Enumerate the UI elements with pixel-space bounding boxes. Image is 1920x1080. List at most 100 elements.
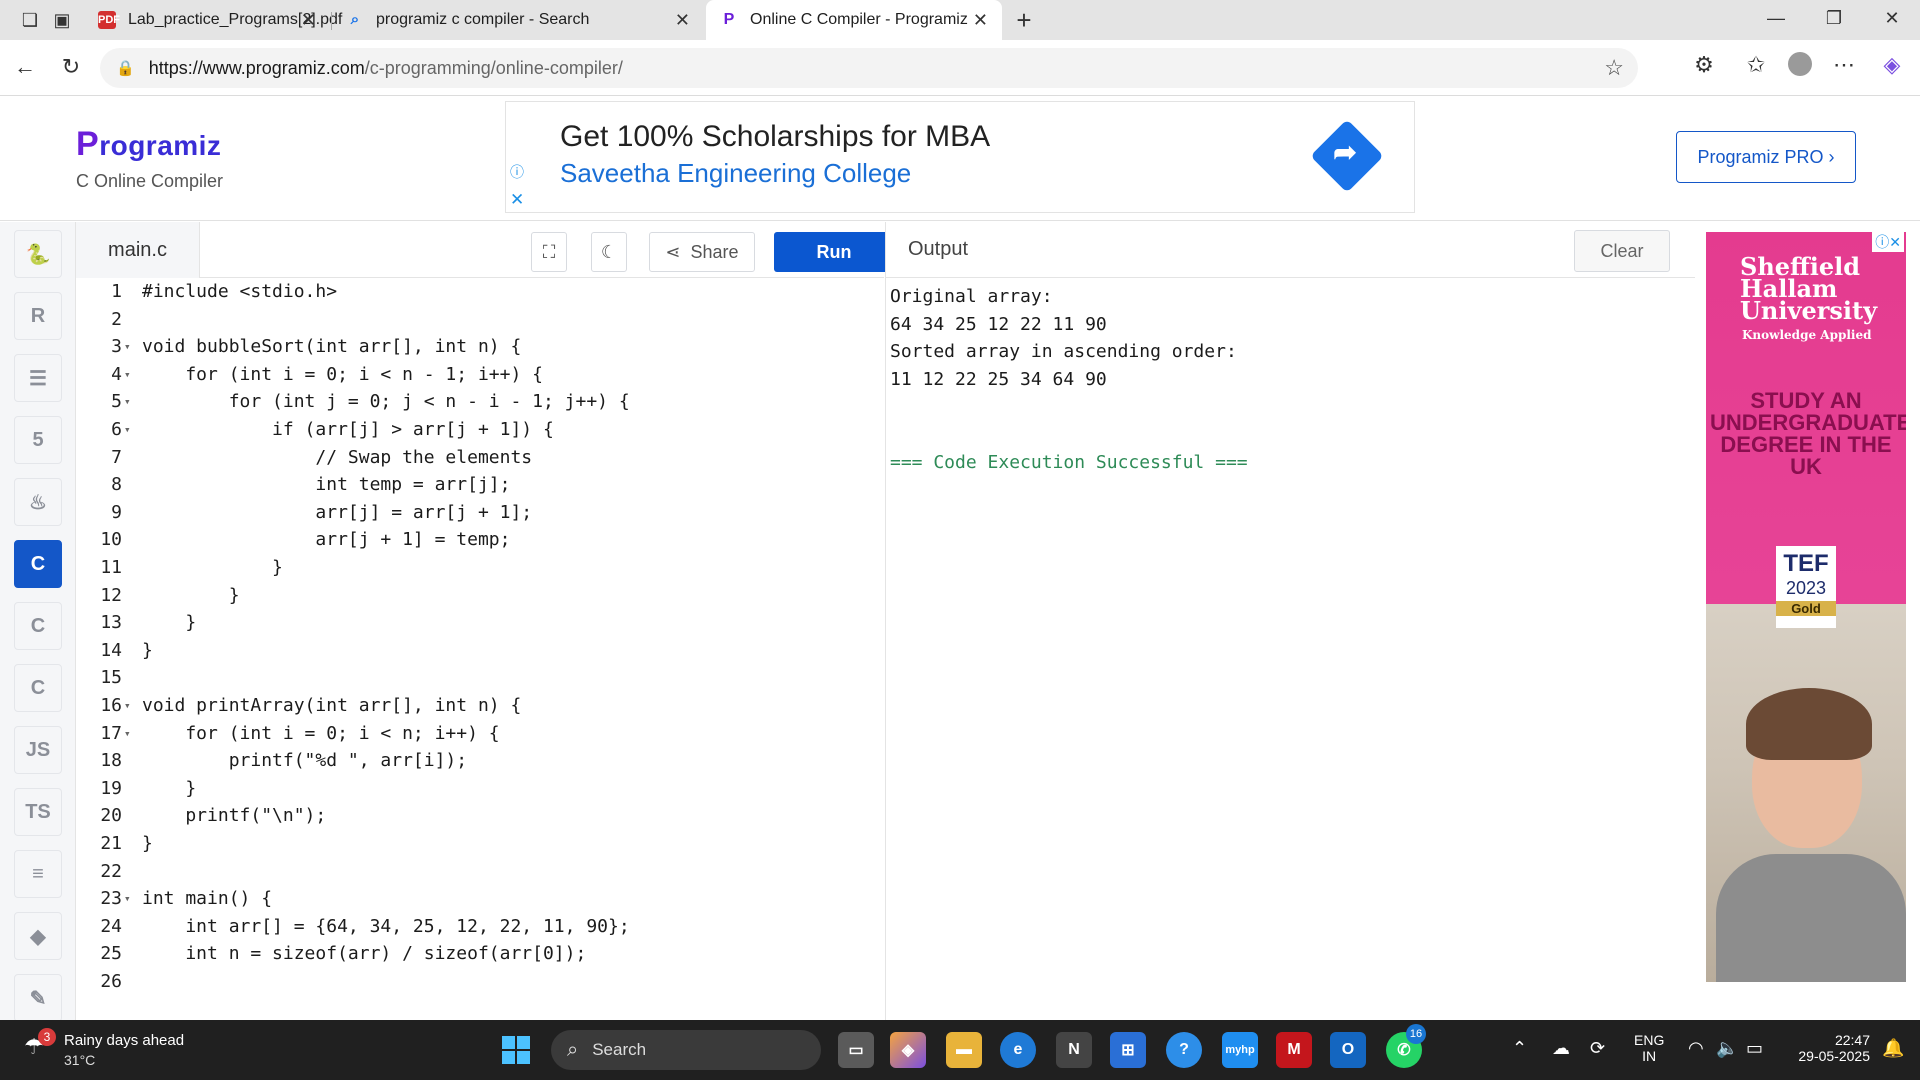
code-line[interactable]: 17 ▾ for (int i = 0; i < n; i++) {: [76, 720, 866, 748]
programiz-pro-button[interactable]: Programiz PRO ›: [1676, 131, 1856, 183]
tray-overflow-icon[interactable]: ⌃: [1512, 1038, 1527, 1059]
code-line[interactable]: 11 }: [76, 554, 866, 582]
close-icon[interactable]: ✕: [675, 10, 690, 31]
store-icon[interactable]: ⊞: [1110, 1032, 1146, 1068]
r-icon[interactable]: R: [14, 292, 62, 340]
close-icon[interactable]: ✕: [301, 10, 316, 31]
file-explorer-icon[interactable]: ▬: [946, 1032, 982, 1068]
fold-toggle-icon[interactable]: ▾: [124, 388, 138, 416]
start-button[interactable]: [502, 1036, 530, 1064]
copilot-app-icon[interactable]: ◈: [890, 1032, 926, 1068]
ad-close-icon[interactable]: ⓘ✕: [1872, 232, 1904, 252]
onedrive-icon[interactable]: ☁: [1552, 1038, 1570, 1059]
python-icon[interactable]: 🐍: [14, 230, 62, 278]
tab-actions-icon[interactable]: ▣: [50, 8, 74, 32]
sql-icon[interactable]: ☰: [14, 354, 62, 402]
favorites-icon[interactable]: ✩: [1740, 52, 1772, 78]
tab-search[interactable]: ⌕ programiz c compiler - Search ✕: [332, 0, 704, 40]
fold-toggle-icon[interactable]: ▾: [124, 361, 138, 389]
sync-icon[interactable]: ⟳: [1590, 1038, 1605, 1059]
code-line[interactable]: 24 int arr[] = {64, 34, 25, 12, 22, 11, …: [76, 913, 866, 941]
java-icon[interactable]: ♨: [14, 478, 62, 526]
go-icon[interactable]: ≡: [14, 850, 62, 898]
code-line[interactable]: 8 int temp = arr[j];: [76, 471, 866, 499]
html-icon[interactable]: 5: [14, 416, 62, 464]
url-field[interactable]: 🔒 https://www.programiz.com/c-programmin…: [100, 48, 1638, 88]
copilot-icon[interactable]: ◈: [1876, 52, 1908, 78]
run-button[interactable]: Run: [774, 232, 894, 272]
code-editor[interactable]: 1 #include <stdio.h> 2 3 ▾ void bubbleSort(in…: [76, 278, 954, 1020]
fold-toggle-icon[interactable]: ▾: [124, 416, 138, 444]
weather-title[interactable]: Rainy days ahead: [64, 1032, 184, 1049]
output-console[interactable]: Original array: 64 34 25 12 22 11 90 Sorte…: [885, 278, 1695, 1020]
code-line[interactable]: 25 int n = sizeof(arr) / sizeof(arr[0]);: [76, 940, 866, 968]
ad-info-icon[interactable]: ⓘ: [510, 162, 524, 182]
fullscreen-icon[interactable]: ⛶: [531, 232, 567, 272]
close-icon[interactable]: ✕: [973, 10, 988, 31]
code-line[interactable]: 23 ▾ int main() {: [76, 885, 866, 913]
edge-icon[interactable]: e: [1000, 1032, 1036, 1068]
volume-icon[interactable]: 🔈: [1716, 1038, 1738, 1059]
back-icon[interactable]: ←: [10, 54, 40, 80]
programiz-logo[interactable]: Programiz: [76, 125, 221, 164]
code-line[interactable]: 12 }: [76, 582, 866, 610]
clear-button[interactable]: Clear: [1574, 230, 1670, 272]
window-close-icon[interactable]: ✕: [1872, 8, 1912, 29]
ad-close-icon[interactable]: ✕: [510, 190, 524, 210]
csharp-icon[interactable]: C: [14, 664, 62, 712]
side-ad[interactable]: ⓘ✕ Sheffield Hallam University Knowledge…: [1706, 232, 1906, 982]
more-menu-icon[interactable]: ⋯: [1828, 52, 1860, 78]
code-line[interactable]: 1 #include <stdio.h>: [76, 278, 866, 306]
kotlin-icon[interactable]: ✎: [14, 974, 62, 1022]
code-line[interactable]: 26: [76, 968, 866, 996]
code-line[interactable]: 16 ▾ void printArray(int arr[], int n) {: [76, 692, 866, 720]
maximize-icon[interactable]: ❐: [1814, 8, 1854, 29]
outlook-icon[interactable]: O: [1330, 1032, 1366, 1068]
favorite-star-icon[interactable]: ☆: [1604, 55, 1624, 81]
tab-programiz[interactable]: P Online C Compiler - Programiz ✕: [706, 0, 1002, 40]
code-line[interactable]: 9 arr[j] = arr[j + 1];: [76, 499, 866, 527]
code-line[interactable]: 6 ▾ if (arr[j] > arr[j + 1]) {: [76, 416, 866, 444]
fold-toggle-icon[interactable]: ▾: [124, 692, 138, 720]
fold-toggle-icon[interactable]: ▾: [124, 720, 138, 748]
clock[interactable]: 22:47 29-05-2025: [1790, 1032, 1870, 1064]
cpp-icon[interactable]: C: [14, 602, 62, 650]
code-line[interactable]: 5 ▾ for (int j = 0; j < n - i - 1; j++) {: [76, 388, 866, 416]
myhp-icon[interactable]: myhp: [1222, 1032, 1258, 1068]
code-line[interactable]: 3 ▾ void bubbleSort(int arr[], int n) {: [76, 333, 866, 361]
code-line[interactable]: 7 // Swap the elements: [76, 444, 866, 472]
language-indicator[interactable]: ENG IN: [1634, 1032, 1664, 1064]
code-line[interactable]: 19 }: [76, 775, 866, 803]
swift-icon[interactable]: ◆: [14, 912, 62, 960]
code-line[interactable]: 21}: [76, 830, 866, 858]
code-line[interactable]: 10 arr[j + 1] = temp;: [76, 526, 866, 554]
taskbar-search[interactable]: ⌕ Search: [551, 1030, 821, 1070]
code-line[interactable]: 13 }: [76, 609, 866, 637]
help-icon[interactable]: ?: [1166, 1032, 1202, 1068]
profile-avatar-icon[interactable]: [1784, 52, 1816, 82]
task-view-icon[interactable]: ▭: [838, 1032, 874, 1068]
share-button[interactable]: ⋖ Share: [649, 232, 755, 272]
c-icon[interactable]: C: [14, 540, 62, 588]
js-icon[interactable]: JS: [14, 726, 62, 774]
refresh-icon[interactable]: ↻: [56, 54, 86, 80]
code-line[interactable]: 2: [76, 306, 866, 334]
code-line[interactable]: 20 printf("\n");: [76, 802, 866, 830]
notion-icon[interactable]: N: [1056, 1032, 1092, 1068]
code-line[interactable]: 4 ▾ for (int i = 0; i < n - 1; i++) {: [76, 361, 866, 389]
battery-icon[interactable]: ▭: [1746, 1038, 1763, 1059]
minimize-icon[interactable]: —: [1756, 8, 1796, 29]
mcafee-icon[interactable]: M: [1276, 1032, 1312, 1068]
banner-ad[interactable]: Get 100% Scholarships for MBA Saveetha E…: [505, 101, 1415, 213]
file-tab-main-c[interactable]: main.c: [76, 222, 200, 278]
ts-icon[interactable]: TS: [14, 788, 62, 836]
code-line[interactable]: 15: [76, 664, 866, 692]
extensions-icon[interactable]: ⚙: [1688, 52, 1720, 78]
code-line[interactable]: 14}: [76, 637, 866, 665]
fold-toggle-icon[interactable]: ▾: [124, 333, 138, 361]
fold-toggle-icon[interactable]: ▾: [124, 885, 138, 913]
wifi-icon[interactable]: ◠: [1688, 1038, 1704, 1059]
notifications-icon[interactable]: 🔔: [1882, 1038, 1904, 1059]
new-tab-icon[interactable]: +: [1012, 7, 1036, 33]
tab-pdf[interactable]: PDF Lab_practice_Programs[2].pdf ✕: [84, 0, 342, 40]
